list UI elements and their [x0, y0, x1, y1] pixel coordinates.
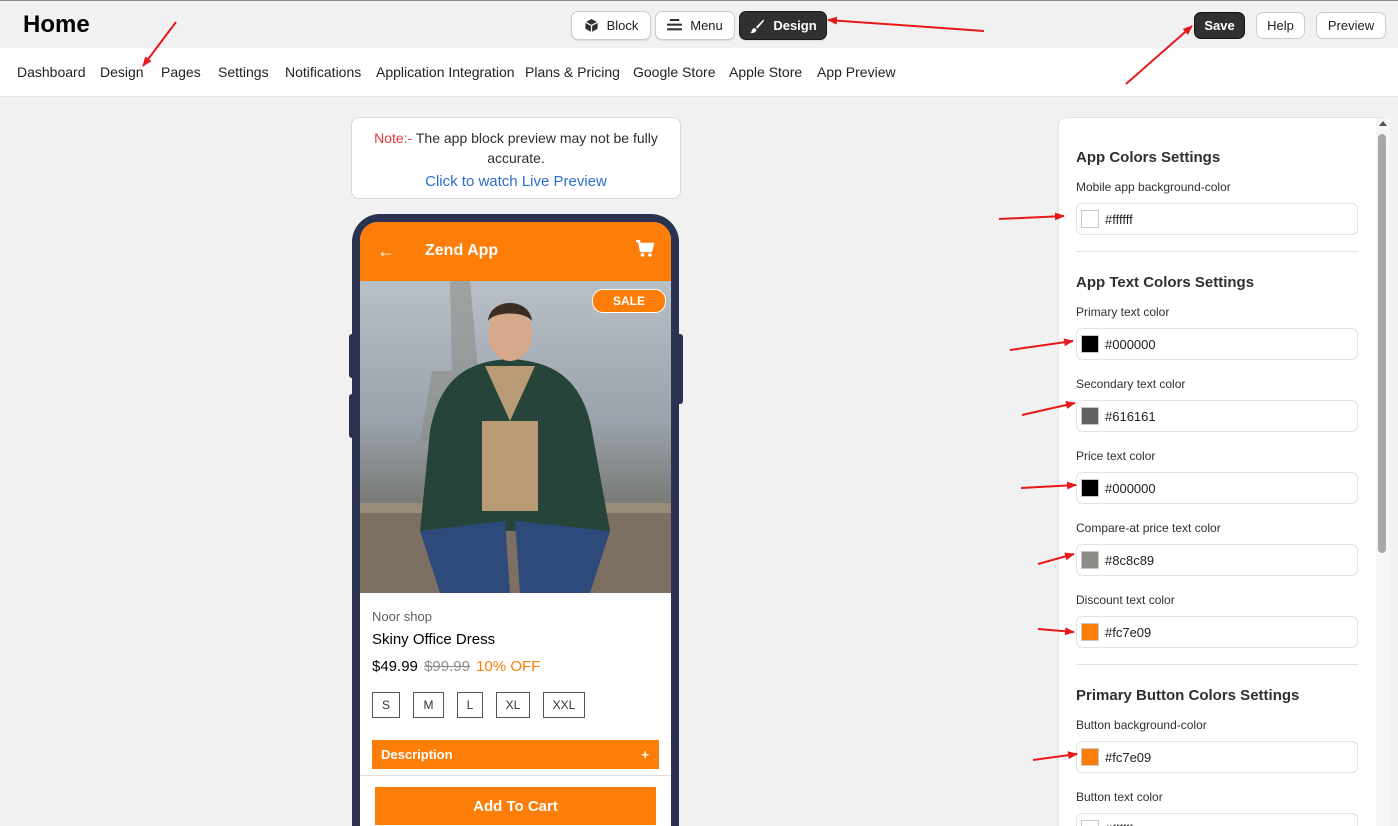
secondary-text-color-field[interactable]: #616161	[1076, 400, 1358, 432]
primary-text-color-label: Primary text color	[1076, 305, 1170, 319]
compare-price: $99.99	[424, 658, 470, 675]
sale-badge: SALE	[591, 289, 666, 313]
color-value: #fc7e09	[1105, 749, 1152, 765]
block-mode-button[interactable]: Block	[571, 11, 651, 40]
size-options: S M L XL XXL	[372, 692, 659, 718]
button-bg-color-label: Button background-color	[1076, 718, 1207, 732]
save-button[interactable]: Save	[1194, 12, 1245, 39]
cube-icon	[584, 18, 599, 33]
nav-item-plans-pricing[interactable]: Plans & Pricing	[525, 64, 620, 80]
size-option[interactable]: S	[372, 692, 400, 718]
page-title: Home	[23, 11, 90, 38]
color-value: #ffffff	[1105, 211, 1133, 227]
compare-price-color-label: Compare-at price text color	[1076, 521, 1221, 535]
color-swatch[interactable]	[1081, 551, 1099, 569]
nav-item-settings[interactable]: Settings	[218, 64, 269, 80]
section-divider	[1076, 664, 1358, 665]
size-option[interactable]: M	[413, 692, 444, 718]
menu-mode-label: Menu	[690, 18, 723, 33]
app-title: Zend App	[425, 242, 499, 259]
design-mode-label: Design	[773, 18, 817, 33]
button-bg-color-field[interactable]: #fc7e09	[1076, 741, 1358, 773]
nav-item-pages[interactable]: Pages	[161, 64, 201, 80]
color-swatch[interactable]	[1081, 479, 1099, 497]
phone-screen: ← Zend App SALE Noor shop Skiny Office D…	[360, 222, 671, 826]
annotation-arrow	[998, 212, 1065, 221]
live-preview-link[interactable]: Click to watch Live Preview	[366, 173, 666, 190]
color-swatch[interactable]	[1081, 335, 1099, 353]
compare-price-color-field[interactable]: #8c8c89	[1076, 544, 1358, 576]
color-swatch[interactable]	[1081, 748, 1099, 766]
menu-icon	[667, 19, 683, 32]
color-value: #ffffff	[1105, 822, 1133, 826]
size-option[interactable]: L	[457, 692, 483, 718]
button-colors-title: Primary Button Colors Settings	[1076, 687, 1300, 704]
description-label: Description	[381, 747, 453, 762]
discount-color-label: Discount text color	[1076, 593, 1175, 607]
design-settings-panel: App Colors Settings Mobile app backgroun…	[1058, 117, 1388, 826]
nav-item-application-integration[interactable]: Application Integration	[376, 64, 515, 80]
design-mode-button[interactable]: Design	[739, 11, 827, 40]
note-text: Note:- The app block preview may not be …	[366, 128, 666, 168]
color-value: #fc7e09	[1105, 624, 1152, 640]
preview-note: Note:- The app block preview may not be …	[351, 117, 681, 199]
price-text-color-field[interactable]: #000000	[1076, 472, 1358, 504]
section-divider	[1076, 251, 1358, 252]
scrollbar-thumb[interactable]	[1378, 134, 1386, 553]
color-swatch[interactable]	[1081, 820, 1099, 826]
nav-item-design[interactable]: Design	[100, 64, 144, 80]
plus-icon: +	[641, 747, 649, 762]
product-info: Noor shop Skiny Office Dress $49.99 $99.…	[360, 593, 671, 718]
discount-color-field[interactable]: #fc7e09	[1076, 616, 1358, 648]
text-colors-title: App Text Colors Settings	[1076, 274, 1255, 291]
product-image: SALE	[360, 281, 671, 593]
paintbrush-icon	[749, 18, 765, 34]
main-nav: Dashboard Design Pages Settings Notifica…	[0, 48, 1398, 97]
preview-button[interactable]: Preview	[1316, 12, 1386, 39]
nav-item-google-store[interactable]: Google Store	[633, 64, 716, 80]
button-text-color-label: Button text color	[1076, 790, 1163, 804]
menu-mode-button[interactable]: Menu	[655, 11, 735, 40]
help-button[interactable]: Help	[1256, 12, 1305, 39]
nav-item-notifications[interactable]: Notifications	[285, 64, 361, 80]
back-arrow-icon: ←	[377, 241, 395, 261]
nav-item-apple-store[interactable]: Apple Store	[729, 64, 802, 80]
note-message: The app block preview may not be fully a…	[412, 130, 658, 166]
product-price: $49.99	[372, 658, 418, 675]
top-bar: Home Block Menu Design Save Help Preview	[0, 0, 1398, 48]
color-swatch[interactable]	[1081, 210, 1099, 228]
product-name: Skiny Office Dress	[372, 631, 496, 648]
primary-text-color-field[interactable]: #000000	[1076, 328, 1358, 360]
divider	[360, 775, 671, 776]
color-value: #000000	[1105, 336, 1156, 352]
nav-item-app-preview[interactable]: App Preview	[817, 64, 896, 80]
button-text-color-field[interactable]: #ffffff	[1076, 813, 1358, 826]
scroll-up-arrow-icon[interactable]	[1379, 121, 1387, 126]
color-swatch[interactable]	[1081, 407, 1099, 425]
phone-preview: ← Zend App SALE Noor shop Skiny Office D…	[352, 214, 679, 826]
color-value: #8c8c89	[1105, 552, 1155, 568]
secondary-text-color-label: Secondary text color	[1076, 377, 1186, 391]
size-option[interactable]: XXL	[543, 692, 585, 718]
nav-item-dashboard[interactable]: Dashboard	[17, 64, 86, 80]
bg-color-field[interactable]: #ffffff	[1076, 203, 1358, 235]
price-text-color-label: Price text color	[1076, 449, 1156, 463]
price-row: $49.99 $99.99 10% OFF	[372, 658, 659, 675]
app-colors-title: App Colors Settings	[1076, 149, 1221, 166]
discount-label: 10% OFF	[476, 658, 541, 675]
block-mode-label: Block	[606, 18, 639, 33]
shop-name: Noor shop	[372, 609, 432, 624]
app-header: ← Zend App	[360, 222, 671, 281]
description-accordion[interactable]: Description +	[372, 740, 659, 769]
add-to-cart-button[interactable]: Add To Cart	[375, 787, 656, 825]
bg-color-label: Mobile app background-color	[1076, 180, 1231, 194]
color-value: #000000	[1105, 480, 1156, 496]
product-photo-illustration	[360, 281, 671, 593]
color-swatch[interactable]	[1081, 623, 1099, 641]
size-option[interactable]: XL	[496, 692, 530, 718]
note-label: Note:-	[374, 130, 413, 146]
cart-icon	[635, 239, 655, 263]
color-value: #616161	[1105, 408, 1156, 424]
